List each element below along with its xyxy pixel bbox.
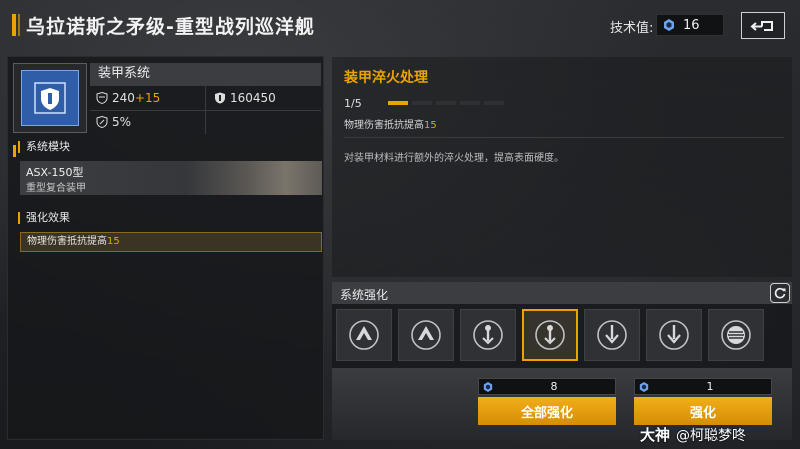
module-section-label: 系统模块 xyxy=(18,141,70,153)
title-accent xyxy=(12,14,16,36)
enhance-slot[interactable] xyxy=(522,309,578,361)
stat-armor-bonus: +15 xyxy=(134,91,161,105)
armor-system-icon-bg xyxy=(21,70,79,126)
stat-percent-value: 5% xyxy=(112,115,132,129)
upgrade-description: 对装甲材料进行额外的淬火处理，提高表面硬度。 xyxy=(344,153,564,164)
divider xyxy=(344,137,784,138)
enhance-button[interactable]: 强化 xyxy=(634,397,772,425)
armor-system-panel: 装甲系统 240 +15 160450 5% 系统模块 ASX-150型 重型复合… xyxy=(7,56,324,440)
triangle-icon xyxy=(411,320,441,350)
tech-point-icon xyxy=(664,19,674,31)
enhance-slot[interactable] xyxy=(584,309,640,361)
effect-text: 物理伤害抵抗提高 xyxy=(27,236,107,247)
shield-icon xyxy=(34,82,66,114)
hull-stat-icon xyxy=(215,92,225,104)
enhance-slot[interactable] xyxy=(708,309,764,361)
enhance-all-button[interactable]: 全部强化 xyxy=(478,397,616,425)
upgrade-level: 1/5 xyxy=(344,97,362,110)
module-subtitle: 重型复合装甲 xyxy=(26,183,86,194)
stripes-icon xyxy=(721,320,751,350)
back-arrow-icon xyxy=(750,20,773,31)
system-stats: 240 +15 160450 5% xyxy=(90,85,321,134)
arrow-up-icon xyxy=(473,320,503,350)
enhance-slot[interactable] xyxy=(646,309,702,361)
page-title: 乌拉诺斯之矛级-重型战列巡洋舰 xyxy=(26,16,315,38)
watermark: 大神 @柯聪梦咚 xyxy=(640,424,746,445)
watermark-brand: 大神 xyxy=(640,426,671,444)
system-name: 装甲系统 xyxy=(90,63,321,85)
enhance-slot[interactable] xyxy=(460,309,516,361)
resist-stat-icon xyxy=(96,116,108,128)
arrow-down-icon xyxy=(659,320,689,350)
side-marker xyxy=(13,145,16,157)
stat-hp: 160450 xyxy=(214,91,276,105)
arrow-down-icon xyxy=(597,320,627,350)
armor-system-icon-frame[interactable] xyxy=(13,63,87,133)
triangle-icon xyxy=(349,320,379,350)
effect-value: 15 xyxy=(107,236,120,247)
refresh-button[interactable] xyxy=(770,283,790,303)
upgrade-detail-panel: 装甲淬火处理 1/5 物理伤害抵抗提高15 对装甲材料进行额外的淬火处理，提高表… xyxy=(332,57,792,277)
top-bar: 乌拉诺斯之矛级-重型战列巡洋舰 技术值: 16 xyxy=(0,0,800,52)
tech-value: 16 xyxy=(683,17,700,33)
effect-row: 物理伤害抵抗提高15 xyxy=(20,232,322,252)
arrow-up-icon xyxy=(535,320,565,350)
stat-armor: 240 +15 xyxy=(96,91,160,105)
tech-value-box: 16 xyxy=(656,14,724,36)
single-cost-value: 1 xyxy=(706,380,714,393)
enhance-slot[interactable] xyxy=(398,309,454,361)
title-accent-secondary xyxy=(18,14,20,36)
armor-stat-icon xyxy=(96,92,108,104)
back-button[interactable] xyxy=(741,12,785,39)
watermark-handle: @柯聪梦咚 xyxy=(676,428,747,444)
upgrade-effect-text: 物理伤害抵抗提高 xyxy=(344,120,424,131)
progress-segment xyxy=(388,101,408,105)
effect-section-label: 强化效果 xyxy=(18,212,70,224)
stat-percent: 5% xyxy=(96,115,131,129)
single-cost-box: 1 xyxy=(634,378,772,395)
stat-hp-value: 160450 xyxy=(230,91,276,105)
tech-point-icon xyxy=(639,381,649,392)
upgrade-title: 装甲淬火处理 xyxy=(344,70,428,86)
tech-point-icon xyxy=(483,381,493,392)
all-cost-box: 8 xyxy=(478,378,616,395)
upgrade-effect-value: 15 xyxy=(424,120,437,131)
all-cost-value: 8 xyxy=(550,380,558,393)
refresh-icon xyxy=(774,287,786,299)
progress-segment xyxy=(436,101,456,105)
upgrade-effect: 物理伤害抵抗提高15 xyxy=(344,116,437,131)
enhance-title: 系统强化 xyxy=(340,288,389,302)
tech-label: 技术值: xyxy=(610,21,654,36)
stat-divider-horizontal xyxy=(90,110,321,111)
enhance-body: 8 全部强化 1 强化 xyxy=(332,304,792,440)
module-card[interactable]: ASX-150型 重型复合装甲 xyxy=(20,161,322,195)
enhance-header: 系统强化 xyxy=(332,282,792,304)
enhance-slot[interactable] xyxy=(336,309,392,361)
progress-segment xyxy=(460,101,480,105)
stat-armor-base: 240 xyxy=(112,91,135,105)
module-name: ASX-150型 xyxy=(26,166,84,179)
progress-segment xyxy=(484,101,504,105)
progress-segment xyxy=(412,101,432,105)
